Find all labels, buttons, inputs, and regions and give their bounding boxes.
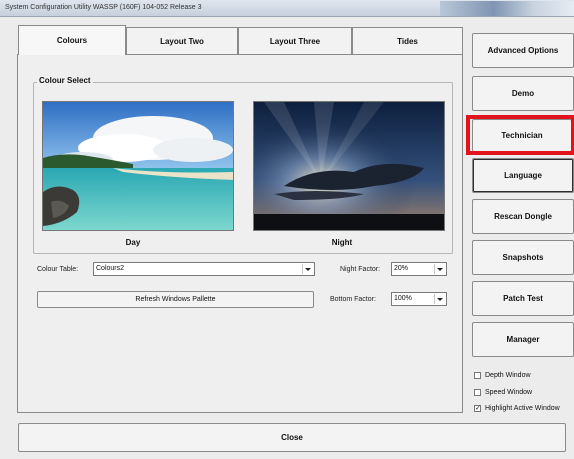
- bottom-factor-value: 100%: [394, 295, 412, 302]
- close-button[interactable]: Close: [18, 423, 566, 452]
- highlight-active-window-label: Highlight Active Window: [485, 405, 560, 412]
- day-colour-image[interactable]: [42, 101, 234, 231]
- title-bar-glass: [440, 1, 574, 16]
- demo-label: Demo: [511, 89, 535, 98]
- speed-window-box[interactable]: [474, 389, 481, 396]
- chevron-down-icon[interactable]: [434, 294, 445, 304]
- speed-window-checkbox[interactable]: Speed Window: [474, 389, 532, 396]
- tab-layout-two[interactable]: Layout Two: [126, 27, 238, 55]
- snapshots-button[interactable]: Snapshots: [472, 240, 574, 275]
- night-caption: Night: [331, 238, 353, 247]
- advanced-options-label: Advanced Options: [487, 46, 559, 55]
- advanced-options-button[interactable]: Advanced Options: [472, 33, 574, 68]
- colour-table-select[interactable]: Colours2: [93, 262, 315, 276]
- tab-colours-label: Colours: [56, 36, 88, 45]
- patch-test-button[interactable]: Patch Test: [472, 281, 574, 316]
- speed-window-label: Speed Window: [485, 389, 533, 396]
- chevron-down-icon[interactable]: [302, 264, 313, 274]
- refresh-button-label: Refresh Windows Pallette: [135, 296, 216, 303]
- demo-button[interactable]: Demo: [472, 76, 574, 111]
- patch-test-label: Patch Test: [503, 294, 543, 303]
- window-title: System Configuration Utility WASSP (160F…: [5, 4, 202, 11]
- close-label: Close: [281, 433, 303, 442]
- bottom-factor-select[interactable]: 100%: [391, 292, 447, 306]
- refresh-windows-pallette-button[interactable]: Refresh Windows Pallette: [37, 291, 314, 308]
- depth-window-checkbox[interactable]: Depth Window: [474, 372, 531, 379]
- title-bar: System Configuration Utility WASSP (160F…: [0, 0, 574, 17]
- tab-colours[interactable]: Colours: [18, 25, 126, 55]
- depth-window-label: Depth Window: [485, 372, 531, 379]
- snapshots-label: Snapshots: [502, 253, 544, 262]
- tab-tides-label: Tides: [397, 37, 418, 46]
- colour-table-label: Colour Table:: [37, 266, 79, 273]
- highlight-active-window-checkbox[interactable]: ✓ Highlight Active Window: [474, 405, 560, 412]
- rescan-dongle-label: Rescan Dongle: [494, 212, 552, 221]
- tab-layout-three[interactable]: Layout Three: [238, 27, 352, 55]
- tab-layout-three-label: Layout Three: [269, 37, 321, 46]
- rescan-dongle-button[interactable]: Rescan Dongle: [472, 199, 574, 234]
- technician-highlight-box: [466, 115, 574, 155]
- bottom-factor-label: Bottom Factor:: [330, 296, 376, 303]
- day-caption: Day: [125, 238, 141, 247]
- manager-button[interactable]: Manager: [472, 322, 574, 357]
- checkmark-icon[interactable]: ✓: [474, 405, 481, 412]
- night-scene-graphic: [254, 102, 444, 230]
- night-colour-image[interactable]: [253, 101, 445, 231]
- day-scene-graphic: [43, 102, 233, 230]
- night-factor-select[interactable]: 20%: [391, 262, 447, 276]
- language-button[interactable]: Language: [472, 158, 574, 193]
- tab-layout-two-label: Layout Two: [160, 37, 204, 46]
- tab-tides[interactable]: Tides: [352, 27, 463, 55]
- depth-window-box[interactable]: [474, 372, 481, 379]
- language-label: Language: [504, 171, 542, 180]
- colour-select-label: Colour Select: [37, 76, 93, 85]
- config-window: System Configuration Utility WASSP (160F…: [0, 0, 574, 459]
- manager-label: Manager: [506, 335, 540, 344]
- night-factor-label: Night Factor:: [340, 266, 381, 273]
- chevron-down-icon[interactable]: [434, 264, 445, 274]
- night-factor-value: 20%: [394, 265, 409, 272]
- colour-table-value: Colours2: [96, 265, 125, 272]
